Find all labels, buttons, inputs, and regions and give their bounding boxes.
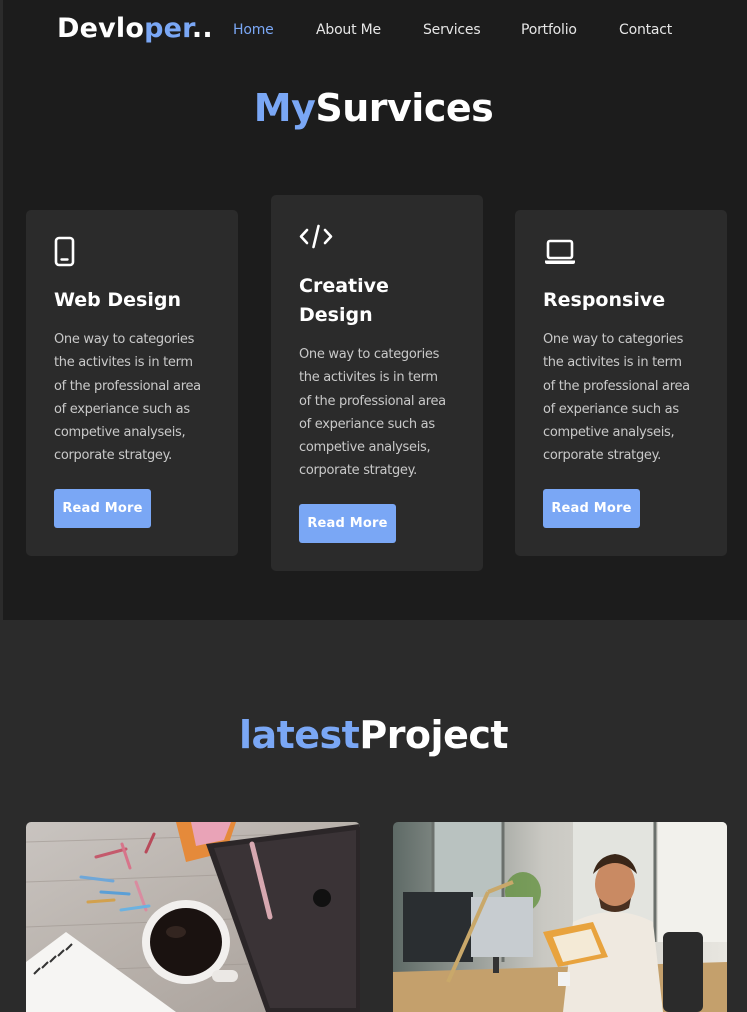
description-line: of the professional area	[299, 393, 446, 409]
description-line: of the professional area	[543, 378, 690, 394]
service-card-title: Creative Design	[299, 272, 469, 330]
laptop-icon	[545, 239, 575, 264]
description-line: One way to categories	[543, 332, 684, 347]
nav-about-me[interactable]: About Me	[316, 22, 381, 38]
description-line: of experiance such as	[543, 401, 679, 417]
projects-title: latestProject	[0, 713, 747, 757]
description-line: of the professional area	[54, 378, 201, 394]
description-line: the activites is in term	[299, 370, 438, 386]
description-line: corporate stratgey.	[299, 463, 417, 479]
description-line: the activites is in term	[54, 355, 193, 371]
description-line: competive analyseis,	[299, 440, 431, 456]
description-line: corporate stratgey.	[54, 448, 172, 464]
description-line: of experiance such as	[299, 416, 435, 432]
projects-title-rest: Project	[359, 713, 509, 757]
description-line: the activites is in term	[543, 355, 682, 371]
description-line: corporate stratgey.	[543, 448, 661, 464]
read-more-button[interactable]: Read More	[299, 504, 396, 543]
description-line: competive analyseis,	[54, 425, 186, 441]
read-more-button[interactable]: Read More	[543, 489, 640, 528]
service-card-web-design: Web Design One way to categories the act…	[26, 210, 238, 556]
man-at-office-desk-with-book-photo	[393, 822, 727, 1012]
service-card-description: One way to categories the activites is i…	[54, 328, 224, 468]
projects-title-accent: latest	[238, 713, 360, 757]
nav-portfolio[interactable]: Portfolio	[521, 22, 577, 38]
nav-services[interactable]: Services	[423, 22, 481, 38]
code-icon	[299, 224, 333, 249]
description-line: of experiance such as	[54, 401, 190, 417]
nav-home[interactable]: Home	[233, 22, 274, 38]
service-card-description: One way to categories the activites is i…	[299, 343, 469, 483]
project-card-1[interactable]	[26, 822, 360, 1012]
title-line: Creative	[299, 275, 389, 297]
desk-with-tablet-and-coffee-photo	[26, 822, 360, 1012]
service-card-description: One way to categories the activites is i…	[543, 328, 713, 468]
services-title-rest: Survices	[315, 86, 494, 130]
service-card-responsive: Responsive One way to categories the act…	[515, 210, 727, 556]
services-title-accent: My	[253, 86, 316, 130]
services-title: MySurvices	[0, 86, 747, 130]
description-line: One way to categories	[299, 347, 440, 362]
navbar: Devloper.. Home About Me Services Portfo…	[0, 0, 747, 64]
nav-contact[interactable]: Contact	[619, 22, 672, 38]
title-line: Design	[299, 304, 373, 326]
mobile-phone-icon	[54, 236, 75, 267]
service-card-creative-design: Creative Design One way to categories th…	[271, 195, 483, 571]
project-card-2[interactable]	[393, 822, 727, 1012]
description-line: One way to categories	[54, 332, 195, 347]
description-line: competive analyseis,	[543, 425, 675, 441]
read-more-button[interactable]: Read More	[54, 489, 151, 528]
service-card-title: Web Design	[54, 289, 181, 311]
nav-links: Home About Me Services Portfolio Contact	[0, 22, 747, 42]
service-card-title: Responsive	[543, 289, 666, 311]
